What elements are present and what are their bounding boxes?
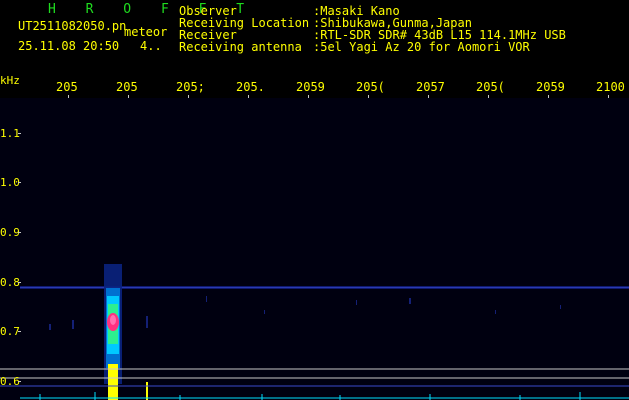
- x-tick-label-4: 205.: [236, 80, 265, 94]
- filename: UT2511082050.pn: [18, 19, 127, 33]
- y-tick-label-0-8: 0.8: [0, 276, 20, 289]
- x-tick-label-6: 205(: [356, 80, 385, 94]
- y-tick-label-1-1: 1.1: [0, 127, 20, 140]
- value-readout: 4..: [140, 39, 162, 53]
- y-tick-label-0-7: 0.7: [0, 325, 20, 338]
- x-tick-label-2: 205: [116, 80, 138, 94]
- y-tick-mark: [18, 331, 21, 332]
- datetime: 25.11.08 20:50: [18, 39, 120, 53]
- noise-speckle: [49, 296, 561, 330]
- x-tick-label-10: 2100: [596, 80, 625, 94]
- x-tick-label-7: 2057: [416, 80, 445, 94]
- y-tick-mark: [18, 282, 21, 283]
- x-tick-label-8: 205(: [476, 80, 505, 94]
- x-tick-label-5: 2059: [296, 80, 325, 94]
- x-tick-label-9: 2059: [536, 80, 565, 94]
- y-axis-unit: kHz: [0, 74, 20, 87]
- y-tick-label-1-0: 1.0: [0, 176, 20, 189]
- spectrogram-plot[interactable]: [0, 98, 629, 400]
- y-tick-mark: [18, 133, 21, 134]
- event-label: meteor: [124, 25, 168, 39]
- y-tick-mark: [18, 232, 21, 233]
- y-tick-label-0-9: 0.9: [0, 226, 20, 239]
- y-tick-mark: [18, 381, 21, 382]
- x-tick-label-1: 205: [56, 80, 78, 94]
- y-tick-mark: [18, 182, 21, 183]
- info-label-antenna: Receiving antenna: [179, 40, 302, 54]
- info-value-antenna: :5el Yagi Az 20 for Aomori VOR: [313, 40, 530, 54]
- baseline-marker: [146, 382, 148, 400]
- x-tick-label-3: 205;: [176, 80, 205, 94]
- spectrogram-canvas: [0, 264, 629, 400]
- y-tick-label-0-6: 0.6: [0, 375, 20, 388]
